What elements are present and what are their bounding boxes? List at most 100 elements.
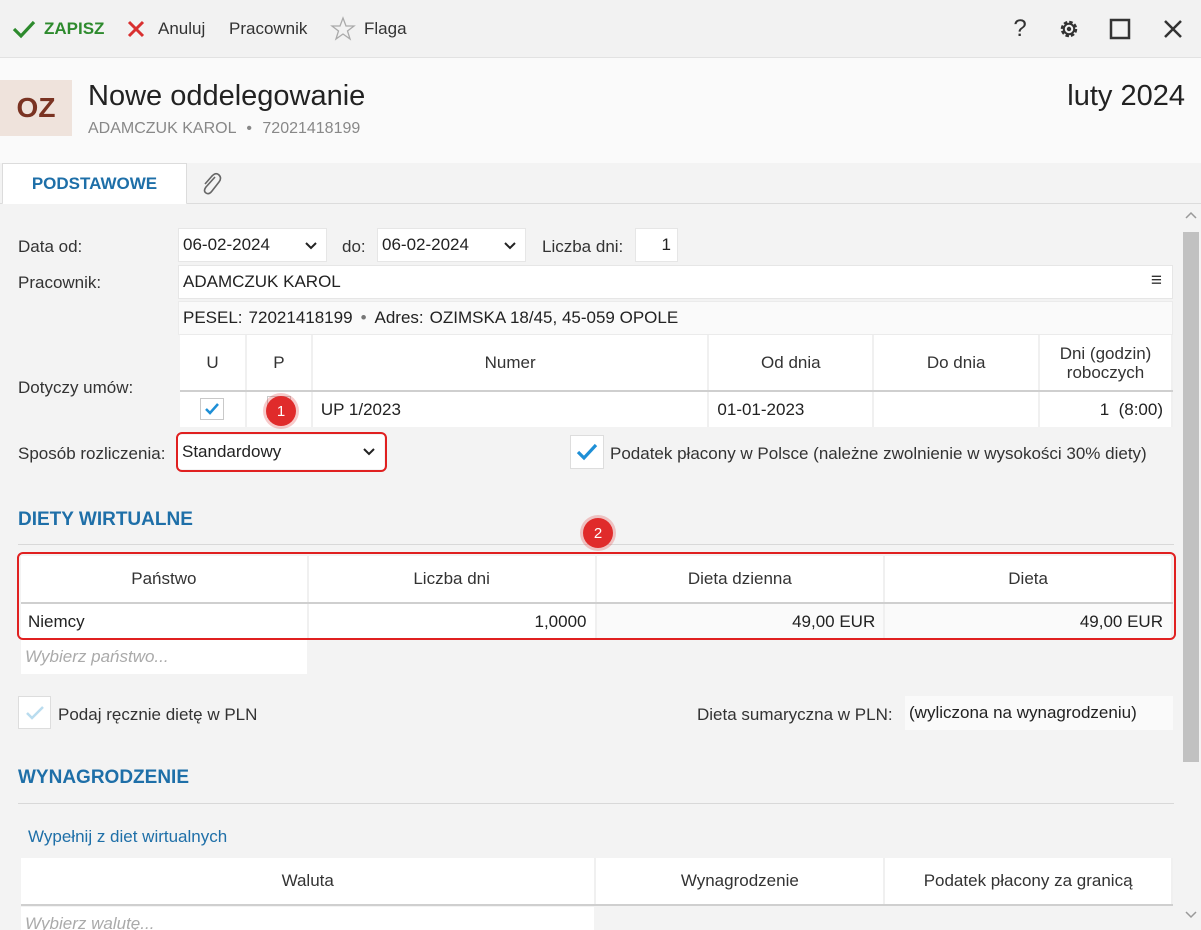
scroll-up-glyph [1185,211,1197,219]
chevron-down-icon [504,242,516,250]
contracts-header-p[interactable]: P [245,335,313,392]
settlement-label: Sposób rozliczenia: [18,444,166,463]
tab-bar: PODSTAWOWE [0,163,1201,205]
hamburger-icon[interactable]: ≡ [1151,270,1162,292]
scrollbar-thumb[interactable] [1183,232,1199,762]
contracts-label: Dotyczy umów: [18,378,134,397]
employee-pesel: 72021418199 [262,120,361,137]
record-header: OZ Nowe oddelegowanie ADAMCZUK KAROL • 7… [0,58,1201,163]
date-from-label: Data od: [18,237,83,256]
form-content: Data od: 06-02-2024 do: 06-02-2024 Liczb… [0,204,1181,930]
salary-title: WYNAGRODZENIE [18,767,189,788]
manual-diet-label: Podaj ręcznie dietę w PLN [58,705,258,724]
gear-icon[interactable] [1054,14,1084,44]
manual-diet-checkbox[interactable] [18,696,51,729]
date-from-value: 06-02-2024 [183,235,270,254]
employee-name: ADAMCZUK KAROL [88,120,236,137]
chevron-down-icon [305,242,317,250]
pesel-value: 72021418199 [248,308,353,327]
details-bullet: • [360,308,367,327]
contract-u-checkbox[interactable] [200,398,225,420]
contracts-table: U P Numer Od dnia Do dnia Dni (godzin) r… [180,335,1173,427]
tax-poland-checkbox[interactable] [570,435,604,469]
date-to-value: 06-02-2024 [382,235,469,254]
highlight-frame-diets [17,552,1176,640]
contract-to [873,391,1041,427]
table-row[interactable]: UP 1/2023 01-01-2023 1 (8:00) [180,391,1173,427]
contract-from: 01-01-2023 [708,391,875,427]
square-svg [1109,18,1131,40]
tab-basic[interactable]: PODSTAWOWE [2,163,187,205]
pesel-label: PESEL: [183,308,243,327]
contracts-header-u[interactable]: U [180,335,247,392]
sum-diet-text: (wyliczona na wynagrodzeniu) [909,703,1137,722]
address-label: Adres: [374,308,424,327]
days-value: 1 [661,235,671,254]
annotation-badge-1: 1 [266,396,296,426]
star-icon [330,16,356,41]
page-title: Nowe oddelegowanie [88,80,366,112]
help-glyph: ? [1013,15,1027,42]
avatar: OZ [0,80,72,136]
period-label: luty 2024 [1067,80,1185,112]
scroll-up-icon[interactable] [1183,208,1199,224]
cancel-button[interactable]: Anuluj [126,16,205,42]
scroll-down-glyph [1185,911,1197,919]
maximize-icon[interactable] [1105,14,1135,44]
close-x-icon [127,20,145,38]
worker-field-label: Pracownik: [18,273,102,292]
record-subtitle: ADAMCZUK KAROL • 72021418199 [88,120,360,138]
salary-header-currency[interactable]: Waluta [21,858,597,906]
cancel-label: Anuluj [158,19,206,38]
date-from-input[interactable]: 06-02-2024 [178,228,327,262]
days-input[interactable]: 1 [635,228,678,262]
help-icon[interactable]: ? [1005,14,1035,44]
flag-button[interactable]: Flaga [330,16,407,42]
worker-button[interactable]: Pracownik [229,16,307,42]
date-to-label: do: [342,237,366,256]
sum-diet-label: Dieta sumaryczna w PLN: [697,705,893,724]
worker-label: Pracownik [229,19,308,38]
sum-diet-value: (wyliczona na wynagrodzeniu) [905,696,1173,730]
worker-details: PESEL: 72021418199 • Adres: OZIMSKA 18/4… [178,301,1173,335]
currency-placeholder: Wybierz walutę... [25,914,155,930]
country-picker-input[interactable]: Wybierz państwo... [21,640,307,674]
gear-svg [1060,20,1078,38]
annotation-badge-2: 2 [583,518,613,548]
subtitle-separator: • [246,120,252,137]
toolbar: ZAPISZ Anuluj Pracownik Flaga ? [0,0,1201,58]
save-label: ZAPISZ [44,19,105,38]
salary-header-amount[interactable]: Wynagrodzenie [595,858,886,906]
scroll-down-icon[interactable] [1183,908,1199,924]
currency-picker-input[interactable]: Wybierz walutę... [21,907,594,930]
fill-from-diets-link[interactable]: Wypełnij z diet wirtualnych [28,827,227,847]
paperclip-icon [203,172,222,195]
save-button[interactable]: ZAPISZ [12,16,104,42]
checkmark-icon [25,705,44,720]
tax-poland-label: Podatek płacony w Polsce (należne zwolni… [610,444,1147,463]
close-svg [1164,20,1182,38]
flag-label: Flaga [364,19,407,38]
close-icon[interactable] [1158,14,1188,44]
contract-number: UP 1/2023 [311,391,710,427]
tab-basic-label: PODSTAWOWE [31,173,158,193]
highlight-frame-settlement [176,432,387,472]
contracts-header-number[interactable]: Numer [311,335,710,392]
days-label: Liczba dni: [542,237,624,256]
country-placeholder: Wybierz państwo... [25,647,169,666]
contract-u-cell [180,391,247,427]
worker-input[interactable]: ADAMCZUK KAROL ≡ [178,265,1173,299]
tab-attachments[interactable] [196,169,226,199]
worker-value: ADAMCZUK KAROL [183,272,341,291]
contracts-header-days[interactable]: Dni (godzin) roboczych [1039,335,1173,392]
section-divider [18,803,1174,804]
checkmark-icon [12,20,36,39]
contracts-header-from[interactable]: Od dnia [708,335,875,392]
contracts-header-to[interactable]: Do dnia [873,335,1041,392]
contract-days: 1 (8:00) [1039,391,1173,427]
checkmark-icon [576,443,598,461]
date-to-input[interactable]: 06-02-2024 [377,228,526,262]
address-value: OZIMSKA 18/45, 45-059 OPOLE [429,308,679,327]
virtual-diets-title: DIETY WIRTUALNE [18,509,193,530]
salary-header-tax[interactable]: Podatek płacony za granicą [884,858,1173,906]
